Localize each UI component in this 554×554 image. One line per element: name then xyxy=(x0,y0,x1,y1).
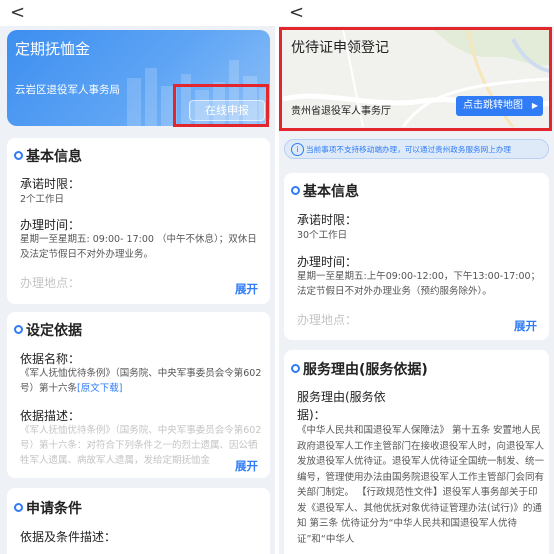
conditions-card: 申请条件 依据及条件描述： xyxy=(7,488,270,554)
section-title-basis: 设定依据 xyxy=(26,323,82,339)
basis-name-value: 《军人抚恤优待条例》（国务院、中央军事委员会令第602号）第十六条[原文下载] xyxy=(20,366,264,396)
office-hours-label: 办理时间： xyxy=(20,218,81,232)
basis-name-text: 《军人抚恤优待条例》（国务院、中央军事委员会令第602号）第十六条 xyxy=(20,368,262,394)
section-title-basic-info: 基本信息 xyxy=(303,184,359,200)
top-bar: < xyxy=(279,0,554,26)
service-title: 定期抚恤金 xyxy=(15,40,91,58)
right-screen: < 优待证申领登记 贵州省退役军人事务厅 点击跳转地图 ▶ i 当前事项不支持移… xyxy=(279,0,554,554)
basic-info-card: 基本信息 承诺时限： 30个工作日 办理时间： 星期一至星期五:上午09:00-… xyxy=(284,173,549,340)
section-title-service: 服务理由(服务依据) xyxy=(303,362,428,378)
section-title-conditions: 申请条件 xyxy=(26,501,82,517)
service-reason-label-line2: 据)： xyxy=(297,408,326,422)
info-icon: i xyxy=(291,143,304,156)
section-dot-icon xyxy=(291,364,300,373)
expand-basic-info-button[interactable]: 展开 xyxy=(514,318,537,334)
section-title-basic-info: 基本信息 xyxy=(26,149,82,165)
basis-description-value: 《军人抚恤优待条例》（国务院、中央军事委员会令第602号）第十六条：对符合下列条… xyxy=(20,425,262,466)
service-reason-label-line1: 服务理由(服务依 xyxy=(297,390,386,404)
department-name: 云岩区退役军人事务局 xyxy=(15,84,120,96)
location-label: 办理地点： xyxy=(20,276,81,290)
promise-time-value: 2个工作日 xyxy=(20,194,65,205)
service-reason-card: 服务理由(服务依据) 服务理由(服务依 据)： 《中华人民共和国退役军人保障法》… xyxy=(284,350,549,554)
expand-basis-button[interactable]: 展开 xyxy=(235,458,258,474)
left-screen: < 定期抚恤金 云岩区退役军人事务局 在线申报 基本信息 承诺时限： 2个工作日… xyxy=(0,0,275,554)
location-label: 办理地点： xyxy=(297,313,358,327)
section-dot-icon xyxy=(14,325,23,334)
basis-description-label: 依据描述： xyxy=(20,409,81,423)
section-dot-icon xyxy=(14,151,23,160)
office-hours-label: 办理时间： xyxy=(297,255,358,269)
expand-basic-info-button[interactable]: 展开 xyxy=(235,281,258,297)
basis-name-label: 依据名称： xyxy=(20,352,81,366)
office-hours-value: 星期一至星期五: 09:00- 17:00 （中午不休息）；双休日及法定节假日不… xyxy=(20,234,257,260)
promise-time-value: 30个工作日 xyxy=(297,230,348,241)
promise-time-label: 承诺时限： xyxy=(297,213,358,227)
basic-info-card: 基本信息 承诺时限： 2个工作日 办理时间： 星期一至星期五: 09:00- 1… xyxy=(7,138,270,304)
conditions-description-label: 依据及条件描述： xyxy=(20,530,117,544)
highlight-box-banner xyxy=(279,27,552,131)
original-download-link[interactable]: [原文下载] xyxy=(77,383,122,394)
section-dot-icon xyxy=(14,503,23,512)
back-arrow-icon[interactable]: < xyxy=(289,3,304,23)
legal-basis-card: 设定依据 依据名称： 《军人抚恤优待条例》（国务院、中央军事委员会令第602号）… xyxy=(7,312,270,478)
promise-time-label: 承诺时限： xyxy=(20,177,81,191)
office-hours-value: 星期一至星期五:上午09:00-12:00，下午13:00-17:00；法定节假… xyxy=(297,271,541,297)
top-bar: < xyxy=(0,0,275,26)
highlight-box-apply xyxy=(173,84,269,127)
service-reason-value: 《中华人民共和国退役军人保障法》 第十五条 安置地人民政府退役军人工作主管部门在… xyxy=(297,425,545,545)
mobile-unsupported-notice: i 当前事项不支持移动端办理，可以通过贵州政务服务网上办理 xyxy=(284,139,549,159)
back-arrow-icon[interactable]: < xyxy=(10,3,25,23)
notice-text: 当前事项不支持移动端办理，可以通过贵州政务服务网上办理 xyxy=(306,145,512,154)
section-dot-icon xyxy=(291,186,300,195)
